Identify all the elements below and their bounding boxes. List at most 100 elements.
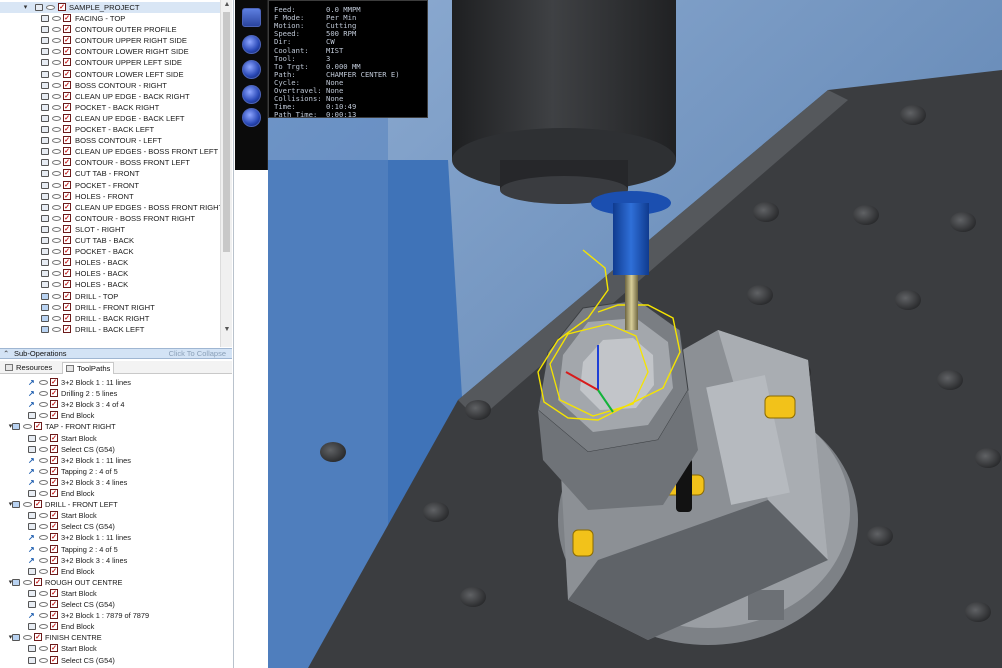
collapse-icon[interactable]: ⌃ [3, 349, 9, 359]
eye-icon[interactable] [39, 402, 48, 408]
eye-icon[interactable] [52, 115, 61, 121]
operation-row[interactable]: ✓ CONTOUR - BOSS FRONT RIGHT [0, 213, 220, 224]
checkbox-icon[interactable]: ✓ [63, 291, 71, 300]
operation-row[interactable]: ✓ CONTOUR LOWER LEFT SIDE [0, 69, 220, 80]
eye-icon[interactable] [52, 271, 61, 277]
checkbox-icon[interactable]: ✓ [63, 69, 71, 78]
sub-operation-row[interactable]: ↗ ✓ Tapping 2 : 4 of 5 [0, 544, 232, 555]
eye-icon[interactable] [52, 260, 61, 266]
sub-operation-row[interactable]: ↗ ✓ Tapping 2 : 4 of 5 [0, 466, 232, 477]
eye-icon[interactable] [52, 238, 61, 243]
operation-row[interactable]: ✓ CLEAN UP EDGE - BACK RIGHT [0, 91, 220, 102]
operation-row[interactable]: ✓ POCKET - BACK [0, 246, 220, 257]
operation-row[interactable]: ✓ HOLES - BACK [0, 279, 220, 290]
eye-icon[interactable] [52, 204, 61, 210]
eye-icon[interactable] [52, 93, 61, 99]
eye-icon[interactable] [39, 391, 48, 397]
checkbox-icon[interactable]: ✓ [50, 433, 58, 442]
operation-row[interactable]: ✓ CLEAN UP EDGES - BOSS FRONT LEFT [0, 146, 220, 157]
tree-root-row[interactable]: ▾ ✓ SAMPLE_PROJECT [0, 2, 220, 13]
operation-row[interactable]: ✓ DRILL - FRONT RIGHT [0, 302, 220, 313]
sub-operation-row[interactable]: ✓ End Block [0, 410, 232, 421]
sub-operation-parent[interactable]: ▾ ✓ DRILL - FRONT LEFT [0, 499, 232, 510]
tab-toolpaths[interactable]: ToolPaths [62, 362, 114, 374]
eye-icon[interactable] [39, 380, 48, 385]
sub-operation-row[interactable]: ↗ ✓ 3+2 Block 3 : 4 of 4 [0, 399, 232, 410]
checkbox-icon[interactable]: ✓ [63, 36, 71, 45]
checkbox-icon[interactable]: ✓ [63, 91, 71, 100]
checkbox-icon[interactable]: ✓ [63, 202, 71, 211]
scroll-thumb[interactable] [223, 12, 230, 252]
eye-icon[interactable] [39, 413, 48, 419]
eye-icon[interactable] [52, 127, 61, 132]
sub-operation-row[interactable]: ↗ ✓ 3+2 Block 1 : 11 lines [0, 377, 232, 388]
eye-icon[interactable] [52, 249, 61, 255]
sub-operation-row[interactable]: ✓ Start Block [0, 643, 232, 654]
sub-operation-row[interactable]: ↗ ✓ Drilling 2 : 5 lines [0, 388, 232, 399]
checkbox-icon[interactable]: ✓ [63, 113, 71, 122]
operation-row[interactable]: ✓ CONTOUR UPPER RIGHT SIDE [0, 35, 220, 46]
operation-row[interactable]: ✓ DRILL - TOP [0, 291, 220, 302]
checkbox-icon[interactable]: ✓ [50, 444, 58, 453]
eye-icon[interactable] [52, 138, 61, 144]
operations-scrollbar[interactable]: ▲ ▼ [220, 0, 232, 347]
operation-row[interactable]: ✓ CONTOUR - BOSS FRONT LEFT [0, 157, 220, 168]
tab-resources[interactable]: Resources [2, 362, 60, 374]
sub-operation-parent[interactable]: ▾ ✓ FINISH CENTRE [0, 632, 232, 643]
scroll-up-icon[interactable]: ▲ [222, 0, 232, 10]
sub-operation-row[interactable]: ↗ ✓ 3+2 Block 1 : 11 lines [0, 532, 232, 543]
checkbox-icon[interactable]: ✓ [63, 47, 71, 56]
eye-icon[interactable] [39, 546, 48, 552]
operation-row[interactable]: ✓ DRILL - BACK RIGHT [0, 313, 220, 324]
view-icon[interactable] [242, 8, 261, 27]
checkbox-icon[interactable]: ✓ [63, 269, 71, 278]
click-to-collapse-link[interactable]: Click To Collapse [169, 349, 226, 359]
checkbox-icon[interactable]: ✓ [50, 566, 58, 575]
sub-operation-row[interactable]: ✓ Select CS (G54) [0, 444, 232, 455]
checkbox-icon[interactable]: ✓ [63, 158, 71, 167]
chevron-down-icon[interactable]: ▾ [21, 2, 30, 13]
eye-icon[interactable] [52, 82, 61, 88]
eye-icon[interactable] [52, 282, 61, 288]
eye-icon[interactable] [23, 424, 32, 430]
checkbox-icon[interactable]: ✓ [63, 302, 71, 311]
checkbox-icon[interactable]: ✓ [34, 633, 42, 642]
eye-icon[interactable] [52, 49, 61, 55]
operation-row[interactable]: ✓ HOLES - BACK [0, 268, 220, 279]
checkbox-icon[interactable]: ✓ [63, 180, 71, 189]
checkbox-icon[interactable]: ✓ [50, 600, 58, 608]
checkbox-icon[interactable]: ✓ [63, 169, 71, 178]
checkbox-icon[interactable]: ✓ [50, 489, 58, 497]
checkbox-icon[interactable]: ✓ [63, 258, 71, 267]
eye-icon[interactable] [39, 624, 48, 630]
checkbox-icon[interactable]: ✓ [63, 191, 71, 200]
checkbox-icon[interactable]: ✓ [63, 280, 71, 289]
checkbox-icon[interactable]: ✓ [63, 236, 71, 244]
operation-row[interactable]: ✓ CLEAN UP EDGE - BACK LEFT [0, 113, 220, 124]
eye-icon[interactable] [39, 568, 48, 574]
operation-row[interactable]: ✓ BOSS CONTOUR - LEFT [0, 135, 220, 146]
checkbox-icon[interactable]: ✓ [34, 500, 42, 509]
sub-operation-parent[interactable]: ▾ ✓ TAP - FRONT RIGHT [0, 421, 232, 432]
checkbox-icon[interactable]: ✓ [63, 147, 71, 156]
eye-icon[interactable] [39, 513, 48, 519]
sub-operation-row[interactable]: ✓ Start Block [0, 510, 232, 521]
eye-icon[interactable] [39, 657, 48, 663]
sub-operation-row[interactable]: ✓ End Block [0, 566, 232, 577]
checkbox-icon[interactable]: ✓ [58, 3, 66, 11]
eye-icon[interactable] [52, 293, 61, 299]
sub-operation-row[interactable]: ✓ Select CS (G54) [0, 521, 232, 532]
eye-icon[interactable] [52, 304, 61, 310]
checkbox-icon[interactable]: ✓ [50, 588, 58, 597]
eye-icon[interactable] [52, 27, 61, 33]
checkbox-icon[interactable]: ✓ [50, 555, 58, 564]
operation-row[interactable]: ✓ CONTOUR LOWER RIGHT SIDE [0, 46, 220, 57]
checkbox-icon[interactable]: ✓ [50, 411, 58, 420]
operation-row[interactable]: ✓ CONTOUR UPPER LEFT SIDE [0, 57, 220, 68]
eye-icon[interactable] [39, 491, 48, 496]
rotate-icon[interactable] [242, 60, 261, 79]
checkbox-icon[interactable]: ✓ [63, 136, 71, 145]
checkbox-icon[interactable]: ✓ [50, 378, 58, 386]
sub-operation-row[interactable]: ↗ ✓ 3+2 Block 1 : 11 lines [0, 455, 232, 466]
eye-icon[interactable] [52, 71, 61, 77]
